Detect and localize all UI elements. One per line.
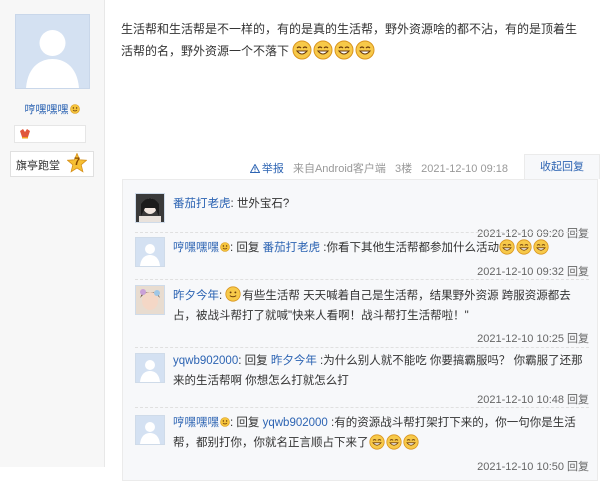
fold-replies-button[interactable]: 收起回复	[524, 154, 600, 179]
user-badge[interactable]	[14, 125, 86, 143]
grin-emoji-icon	[533, 239, 549, 255]
reply-word: : 回复	[238, 355, 268, 367]
reply-username[interactable]: 哼嘿嘿嘿	[173, 417, 219, 429]
grin-emoji-icon	[516, 239, 532, 255]
reply-meta: 2021-12-10 09:32 回复	[477, 263, 589, 279]
smile-icon	[69, 104, 80, 114]
grin-emoji-icon	[334, 40, 354, 60]
post-time: 2021-12-10 09:18	[421, 163, 508, 175]
reply-time: 2021-12-10 10:48	[477, 394, 564, 406]
grin-emoji-icon	[292, 40, 312, 60]
reply-body: yqwb902000: 回复 昨夕今年 :为什么别人就不能吃 你要搞霸服吗？ 你…	[173, 351, 589, 391]
avatar[interactable]	[15, 14, 90, 89]
smile-icon	[220, 417, 230, 427]
avatar[interactable]	[135, 237, 165, 267]
reply-time: 2021-12-10 10:25	[477, 333, 564, 345]
post-meta: 举报 来自Android客户端 3楼 2021-12-10 09:18	[244, 160, 508, 178]
user-level[interactable]: 旗亭跑堂 7	[10, 151, 94, 177]
reply-time: 2021-12-10 09:32	[477, 266, 564, 278]
grin-emoji-icon	[499, 239, 515, 255]
report-link[interactable]: 举报	[249, 163, 284, 175]
divider	[135, 347, 589, 348]
grin-emoji-icon	[385, 434, 402, 450]
level-star-icon: 7	[67, 153, 87, 173]
reply-button[interactable]: 回复	[567, 461, 589, 473]
reply-username[interactable]: 番茄打老虎	[173, 198, 231, 210]
level-title: 旗亭跑堂	[16, 160, 60, 172]
smile-icon	[220, 242, 230, 252]
badge-icon	[19, 128, 31, 142]
reply-button[interactable]: 回复	[567, 266, 589, 278]
reply-meta: 2021-12-10 10:50 回复	[477, 458, 589, 474]
level-number: 7	[73, 156, 81, 168]
reply-word: : 回复	[230, 242, 260, 254]
report-label: 举报	[261, 163, 284, 175]
reply-meta: 2021-12-10 10:48 回复	[477, 391, 589, 407]
reply-target-user[interactable]: 昨夕今年	[271, 355, 317, 367]
avatar[interactable]	[135, 353, 165, 383]
reply-body: 番茄打老虎: 世外宝石?	[173, 194, 589, 214]
post-source: 来自Android客户端	[292, 163, 386, 175]
reply-text: : 世外宝石?	[230, 198, 290, 210]
reply-username[interactable]: 哼嘿嘿嘿	[173, 242, 219, 254]
post-content: 生活帮和生活帮是不一样的，有的是真的生活帮，野外资源啥的都不沾，有的是顶着生活帮…	[121, 19, 586, 62]
grin-emoji-icon	[368, 434, 385, 450]
reply-time: 2021-12-10 10:50	[477, 461, 564, 473]
avatar[interactable]	[135, 193, 165, 223]
reply-word: : 回复	[230, 417, 260, 429]
reply-list: 番茄打老虎: 世外宝石? 2021-12-10 09:20 回复 哼嘿嘿嘿: 回复…	[122, 179, 598, 481]
grin-emoji-icon	[402, 434, 419, 450]
reply-username[interactable]: yqwb902000	[173, 355, 238, 367]
user-sidebar: 哼嘿嘿嘿 旗亭跑堂 7	[0, 0, 105, 467]
floor-number: 3楼	[394, 163, 413, 175]
reply-body: 昨夕今年: 有些生活帮 天天喊着自己是生活帮，结果野外资源 跨服资源都去占，被战…	[173, 286, 589, 326]
divider	[135, 232, 589, 233]
reply-username[interactable]: 昨夕今年	[173, 290, 219, 302]
reply-meta: 2021-12-10 10:25 回复	[477, 330, 589, 346]
reply-text: :你看下其他生活帮都参加什么活动	[320, 242, 499, 254]
divider	[135, 279, 589, 280]
grin-emoji-icon	[355, 40, 375, 60]
reply-target-user[interactable]: yqwb902000	[263, 417, 328, 429]
username[interactable]: 哼嘿嘿嘿	[0, 101, 104, 117]
divider	[135, 407, 589, 408]
reply-body: 哼嘿嘿嘿: 回复 yqwb902000 :有的资源战斗帮打架打下来的，你一句你是…	[173, 413, 589, 453]
username-link[interactable]: 哼嘿嘿嘿	[25, 104, 69, 116]
reply-body: 哼嘿嘿嘿 : 回复 番茄打老虎 :你看下其他生活帮都参加什么活动	[173, 238, 589, 258]
smile-emoji-icon	[225, 286, 241, 302]
avatar[interactable]	[135, 285, 165, 315]
avatar[interactable]	[135, 415, 165, 445]
grin-emoji-icon	[313, 40, 333, 60]
warning-icon	[249, 163, 261, 173]
reply-button[interactable]: 回复	[567, 394, 589, 406]
reply-button[interactable]: 回复	[567, 333, 589, 345]
reply-target-user[interactable]: 番茄打老虎	[263, 242, 321, 254]
